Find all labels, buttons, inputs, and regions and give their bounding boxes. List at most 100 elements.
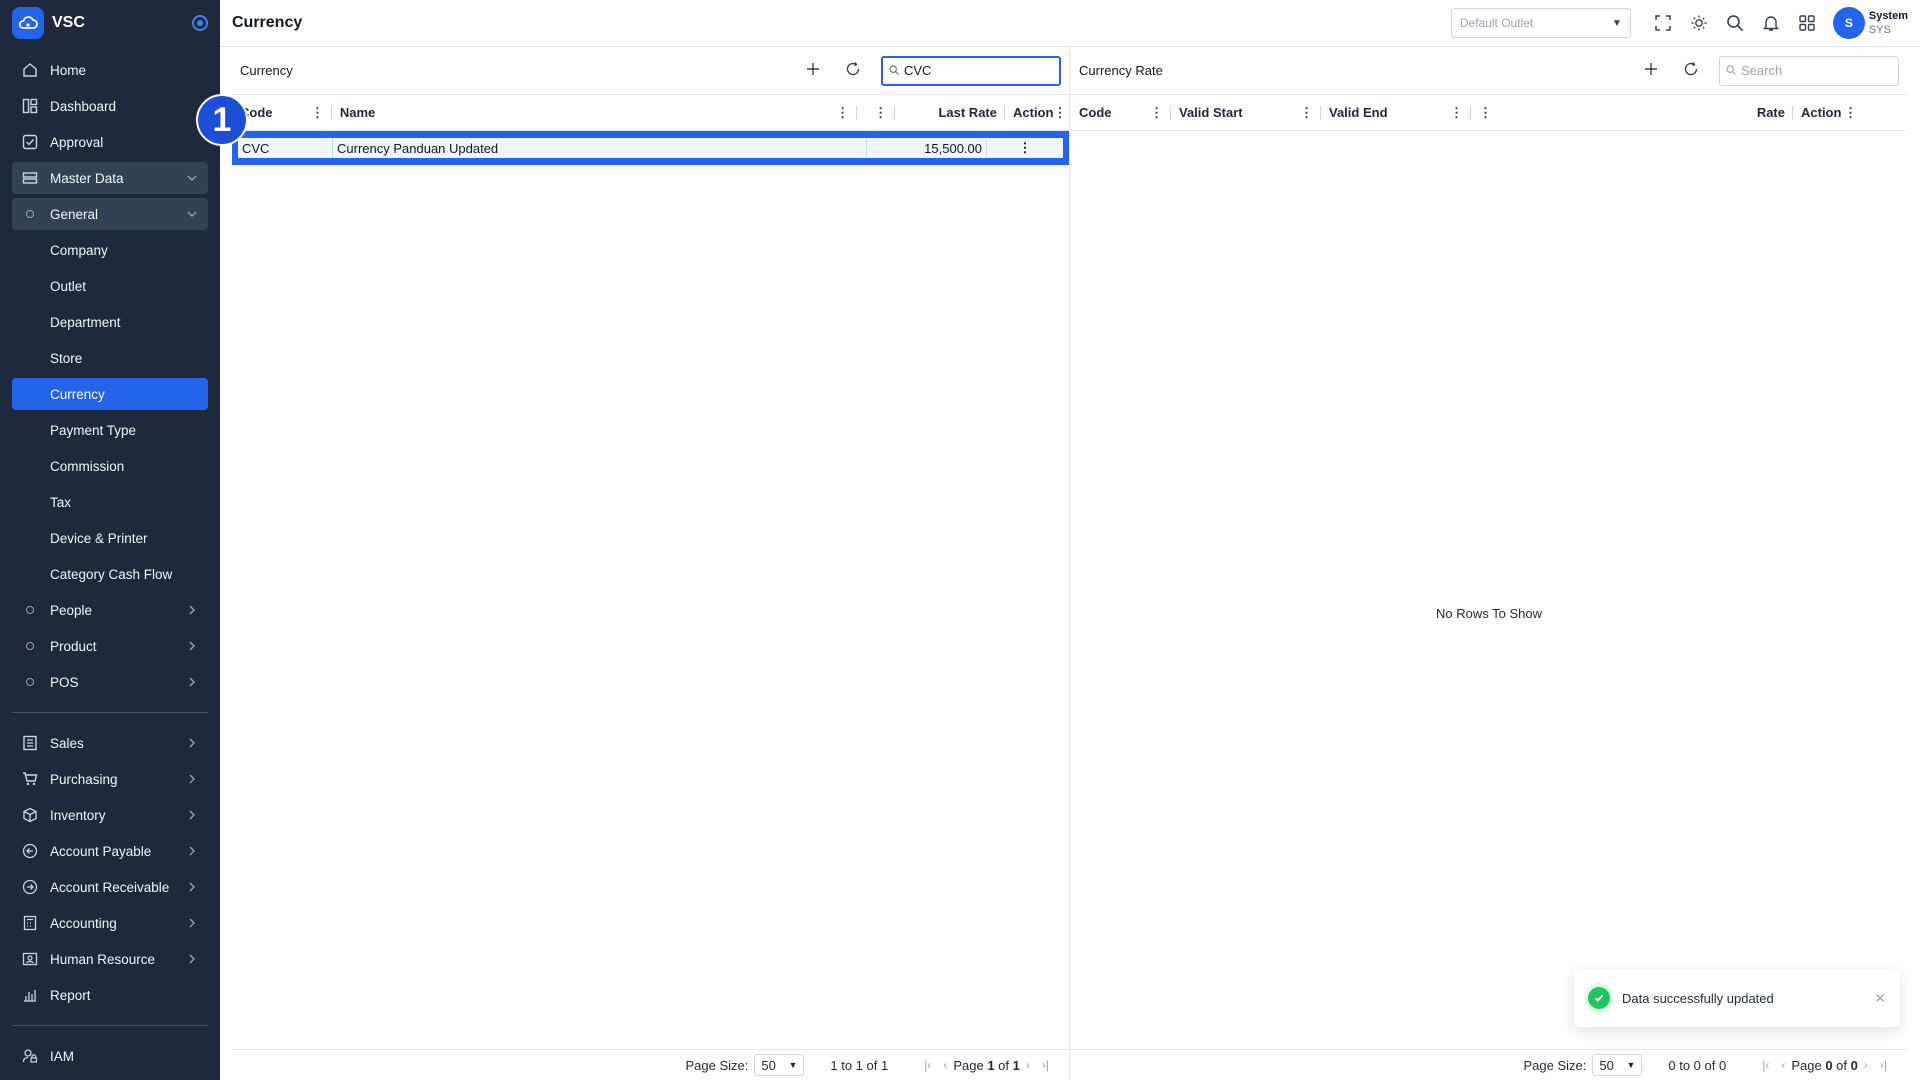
column-menu-icon[interactable]: ⋮ xyxy=(1844,105,1857,121)
sidebar-item-dashboard[interactable]: Dashboard xyxy=(12,90,208,122)
close-icon[interactable]: ✕ xyxy=(1874,990,1886,1007)
next-page-icon[interactable]: › xyxy=(1864,1058,1868,1072)
refresh-currency-button[interactable] xyxy=(833,55,873,87)
chevron-right-icon xyxy=(186,809,198,821)
sidebar-item-label: Dashboard xyxy=(50,98,117,114)
sidebar-item-inventory[interactable]: Inventory xyxy=(12,799,208,831)
brand-name: VSC xyxy=(52,14,85,31)
page-total: 0 xyxy=(1850,1057,1858,1073)
column-header-code[interactable]: Code ⋮ xyxy=(1071,95,1171,130)
sidebar-divider xyxy=(12,1025,208,1026)
currency-search-field[interactable] xyxy=(904,63,1044,78)
outlet-select-placeholder: Default Outlet xyxy=(1459,16,1534,30)
rate-search-input[interactable] xyxy=(1719,55,1899,86)
page-size-select[interactable]: 50 ▼ xyxy=(1592,1054,1643,1076)
page-label: Page xyxy=(953,1057,984,1073)
column-header-blank[interactable]: ⋮ xyxy=(857,95,896,130)
column-header-valid-end[interactable]: Valid End ⋮ xyxy=(1321,95,1471,130)
column-menu-icon[interactable]: ⋮ xyxy=(1053,105,1066,121)
column-menu-icon[interactable]: ⋮ xyxy=(874,105,887,121)
rate-search-field[interactable] xyxy=(1741,63,1881,78)
sidebar-item-payment-type[interactable]: Payment Type xyxy=(12,414,208,446)
outlet-select[interactable]: Default Outlet ▼ xyxy=(1450,8,1631,38)
prev-page-icon[interactable]: ‹ xyxy=(1781,1058,1785,1072)
sidebar-item-general[interactable]: General xyxy=(12,198,208,230)
apps-grid-icon[interactable] xyxy=(1789,5,1825,41)
column-menu-icon[interactable]: ⋮ xyxy=(1450,105,1463,121)
sidebar-item-accounting[interactable]: Accounting xyxy=(12,907,208,939)
sidebar-item-account-payable[interactable]: Account Payable xyxy=(12,835,208,867)
row-action-menu-icon[interactable]: ⋮ xyxy=(987,138,1063,158)
check-circle-icon xyxy=(1588,987,1610,1009)
currency-toolbar: Currency xyxy=(232,47,1069,95)
sidebar-item-human-resource[interactable]: Human Resource xyxy=(12,943,208,975)
sidebar-item-account-receivable[interactable]: Account Receivable xyxy=(12,871,208,903)
prev-page-icon[interactable]: ‹ xyxy=(943,1058,947,1072)
sidebar-item-category-cash-flow[interactable]: Category Cash Flow xyxy=(12,558,208,590)
fullscreen-icon[interactable] xyxy=(1645,5,1681,41)
sidebar-item-tax[interactable]: Tax xyxy=(12,486,208,518)
column-menu-icon[interactable]: ⋮ xyxy=(836,105,849,121)
sidebar-item-master-data[interactable]: Master Data xyxy=(12,162,208,194)
page-size-select[interactable]: 50 ▼ xyxy=(754,1054,805,1076)
sidebar-item-home[interactable]: Home xyxy=(12,54,208,86)
column-menu-icon[interactable]: ⋮ xyxy=(1300,105,1313,121)
row-range: 1 to 1 of 1 xyxy=(830,1057,889,1073)
search-icon[interactable] xyxy=(1717,5,1753,41)
page-label: Page xyxy=(1791,1057,1822,1073)
sidebar-item-device-printer[interactable]: Device & Printer xyxy=(12,522,208,554)
sidebar-item-label: Category Cash Flow xyxy=(50,566,173,582)
next-page-icon[interactable]: › xyxy=(1026,1058,1030,1072)
user-code: SYS xyxy=(1868,24,1891,36)
user-lock-icon xyxy=(22,1048,38,1064)
step-marker: 1 xyxy=(196,94,248,146)
last-page-icon[interactable]: ›| xyxy=(1880,1058,1887,1072)
sidebar-item-pos[interactable]: POS xyxy=(12,666,208,698)
sidebar-item-people[interactable]: People xyxy=(12,594,208,626)
column-menu-icon[interactable]: ⋮ xyxy=(1150,105,1163,121)
sidebar-item-commission[interactable]: Commission xyxy=(12,450,208,482)
column-menu-icon[interactable]: ⋮ xyxy=(311,105,324,121)
column-header-action[interactable]: Action ⋮ xyxy=(1793,95,1865,130)
bell-icon[interactable] xyxy=(1753,5,1789,41)
column-header-valid-start[interactable]: Valid Start ⋮ xyxy=(1171,95,1321,130)
sidebar-item-product[interactable]: Product xyxy=(12,630,208,662)
sidebar-item-purchasing[interactable]: Purchasing xyxy=(12,763,208,795)
sidebar: VSC Home Dashboard Approval Master Data … xyxy=(0,0,220,1080)
column-header-action[interactable]: Action ⋮ xyxy=(1005,95,1069,130)
column-menu-icon[interactable]: ⋮ xyxy=(1479,105,1492,121)
chevron-right-icon xyxy=(186,773,198,785)
sidebar-item-department[interactable]: Department xyxy=(12,306,208,338)
success-toast: Data successfully updated ✕ xyxy=(1574,969,1900,1027)
column-header-name[interactable]: Name ⋮ xyxy=(332,95,858,130)
currency-search-input[interactable] xyxy=(881,55,1061,86)
table-row[interactable]: CVC Currency Panduan Updated 15,500.00 ⋮ xyxy=(232,131,1069,165)
user-menu[interactable]: S System SYS xyxy=(1832,7,1908,39)
column-header-blank[interactable]: ⋮ xyxy=(1471,95,1495,130)
sidebar-item-iam[interactable]: IAM xyxy=(12,1040,208,1072)
sidebar-item-sales[interactable]: Sales xyxy=(12,727,208,759)
column-header-rate[interactable]: Rate xyxy=(1495,95,1793,130)
user-name: System xyxy=(1868,10,1908,22)
currency-rate-panel-title: Currency Rate xyxy=(1079,63,1163,78)
first-page-icon[interactable]: |‹ xyxy=(924,1058,931,1072)
sun-icon[interactable] xyxy=(1681,5,1717,41)
sidebar-item-label: Home xyxy=(50,62,87,78)
column-header-last-rate[interactable]: Last Rate xyxy=(895,95,1005,130)
sidebar-item-outlet[interactable]: Outlet xyxy=(12,270,208,302)
first-page-icon[interactable]: |‹ xyxy=(1762,1058,1769,1072)
last-page-icon[interactable]: ›| xyxy=(1042,1058,1049,1072)
row-range: 0 to 0 of 0 xyxy=(1668,1057,1727,1073)
sidebar-item-store[interactable]: Store xyxy=(12,342,208,374)
add-rate-button[interactable] xyxy=(1631,55,1671,87)
chevron-right-icon xyxy=(186,640,198,652)
sidebar-item-company[interactable]: Company xyxy=(12,234,208,266)
sidebar-item-report[interactable]: Report xyxy=(12,979,208,1011)
sidebar-toggle-icon[interactable] xyxy=(192,15,208,31)
sidebar-item-approval[interactable]: Approval xyxy=(12,126,208,158)
sidebar-item-currency[interactable]: Currency xyxy=(12,378,208,410)
currency-rate-toolbar: Currency Rate xyxy=(1071,47,1907,95)
refresh-rate-button[interactable] xyxy=(1671,55,1711,87)
search-icon xyxy=(1726,63,1736,78)
add-currency-button[interactable] xyxy=(793,55,833,87)
